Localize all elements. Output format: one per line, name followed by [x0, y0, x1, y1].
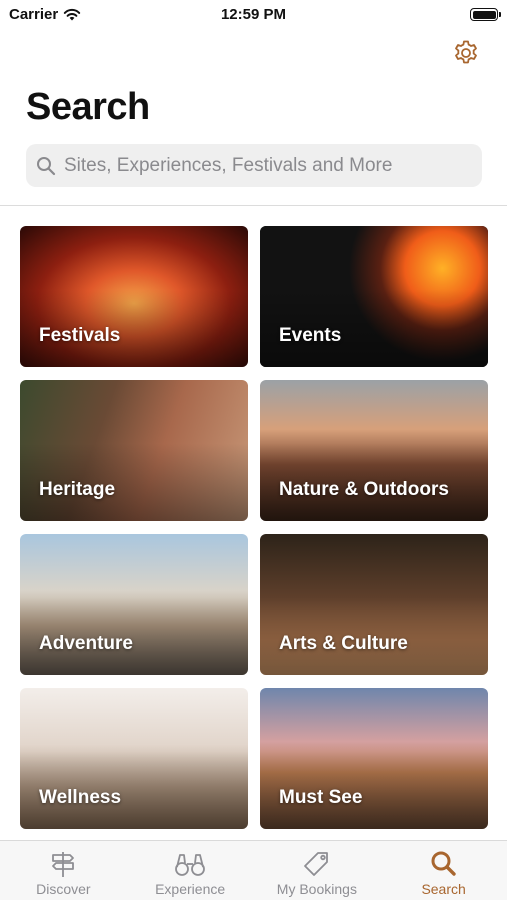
search-input[interactable]	[64, 154, 464, 177]
tab-my-bookings[interactable]: My Bookings	[254, 841, 381, 900]
search-icon	[427, 849, 461, 879]
category-tile-adventure[interactable]: Adventure	[20, 534, 248, 675]
category-tile-heritage[interactable]: Heritage	[20, 380, 248, 521]
battery-icon	[470, 8, 501, 21]
category-tile-must-see[interactable]: Must See	[260, 688, 488, 829]
tag-icon	[300, 849, 334, 879]
category-tile-festivals[interactable]: Festivals	[20, 226, 248, 367]
search-icon	[35, 155, 57, 177]
category-tile-events[interactable]: Events	[260, 226, 488, 367]
tab-search[interactable]: Search	[380, 841, 507, 900]
category-label: Wellness	[39, 787, 122, 808]
gear-icon	[455, 40, 477, 64]
category-grid: Festivals Events Heritage Nature & Outdo…	[20, 226, 488, 829]
category-label: Heritage	[39, 479, 116, 500]
category-label: Adventure	[39, 633, 133, 654]
category-tile-nature-outdoors[interactable]: Nature & Outdoors	[260, 380, 488, 521]
search-bar[interactable]	[26, 144, 482, 187]
tab-label: Discover	[36, 881, 91, 897]
tab-bar: Discover Experience My Bookings Search	[0, 840, 507, 900]
tab-label: My Bookings	[276, 881, 357, 897]
category-label: Nature & Outdoors	[279, 479, 449, 500]
category-label: Arts & Culture	[279, 633, 408, 654]
divider	[0, 205, 507, 206]
tab-experience[interactable]: Experience	[127, 841, 254, 900]
category-tile-wellness[interactable]: Wellness	[20, 688, 248, 829]
category-label: Festivals	[39, 325, 121, 346]
clock: 12:59 PM	[220, 6, 287, 23]
tab-label: Search	[421, 881, 466, 897]
category-tile-arts-culture[interactable]: Arts & Culture	[260, 534, 488, 675]
category-label: Events	[279, 325, 342, 346]
settings-button[interactable]	[451, 38, 481, 68]
tab-discover[interactable]: Discover	[0, 841, 127, 900]
signpost-icon	[46, 849, 80, 879]
binoculars-icon	[173, 849, 207, 879]
page-title: Search	[26, 86, 150, 128]
tab-label: Experience	[155, 881, 226, 897]
status-bar: Carrier 12:59 PM	[0, 0, 507, 30]
category-label: Must See	[279, 787, 363, 808]
